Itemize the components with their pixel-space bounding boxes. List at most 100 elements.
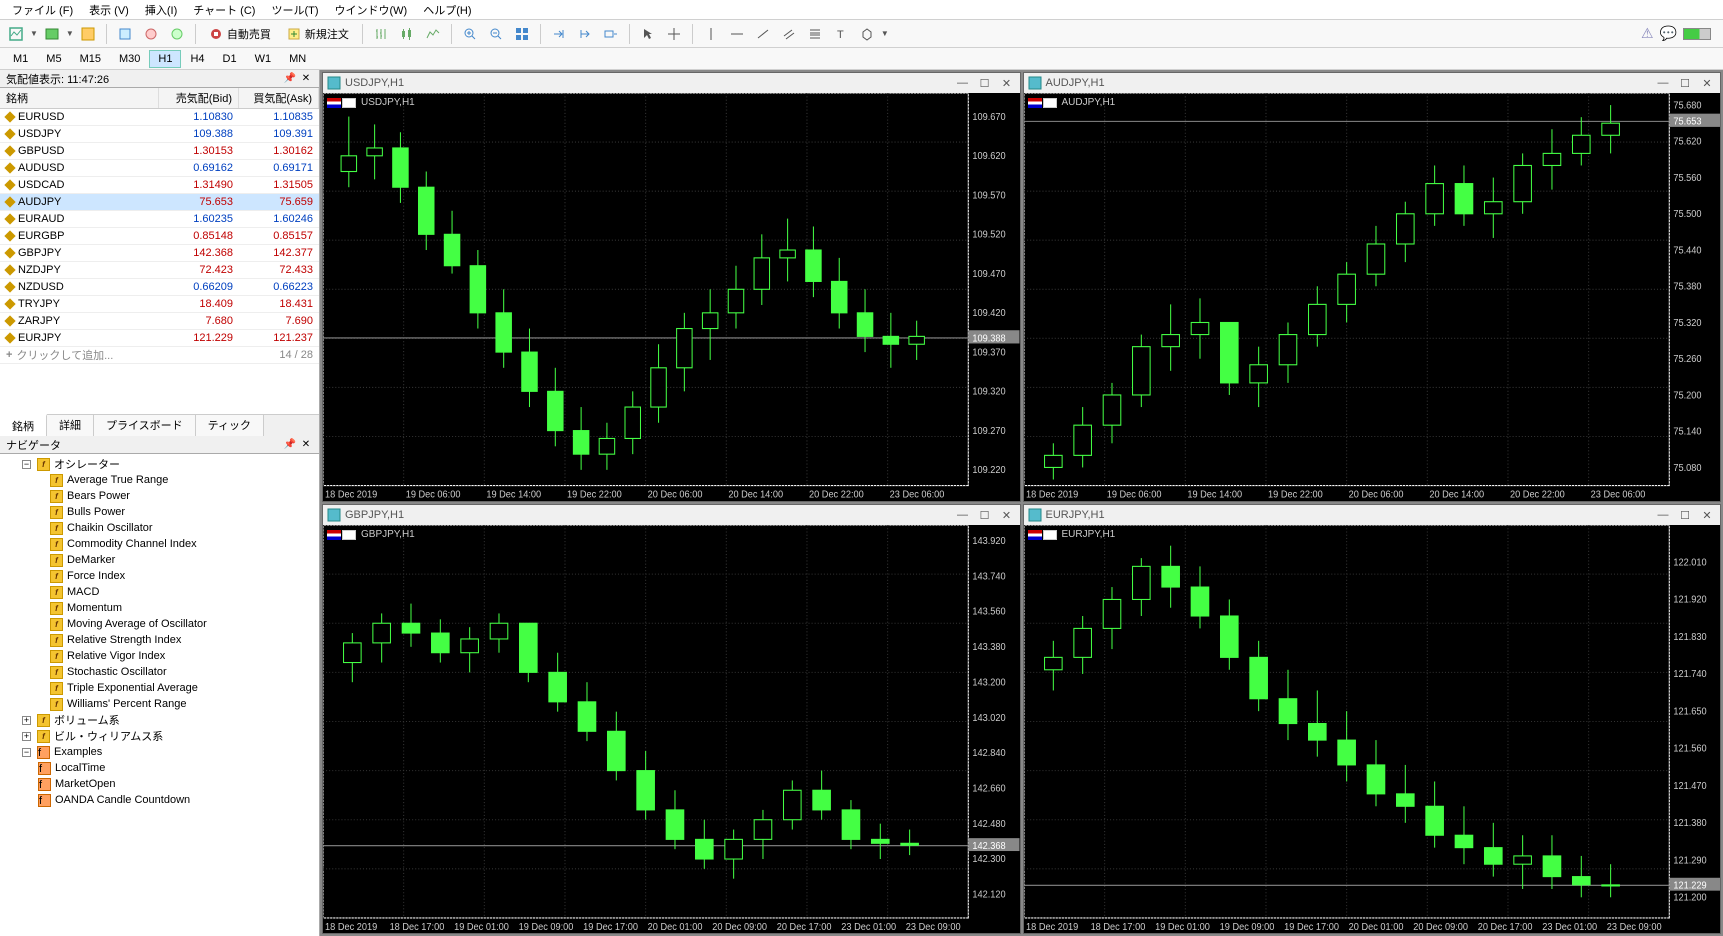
nav-item[interactable]: −fオシレーター [2, 456, 317, 472]
profiles-icon[interactable] [40, 23, 64, 45]
new-order-button[interactable]: 新規注文 [280, 23, 356, 45]
market-watch-add[interactable]: + クリックして追加... 14 / 28 [0, 347, 319, 364]
vertical-line-icon[interactable] [699, 23, 723, 45]
chart-titlebar[interactable]: USDJPY,H1 — ☐ ✕ [323, 73, 1020, 93]
chart-canvas[interactable]: EURJPY,H1 122.010121.920121.830121.74012… [1024, 525, 1721, 933]
new-chart-icon[interactable] [4, 23, 28, 45]
symbol-row-GBPJPY[interactable]: GBPJPY142.368142.377 [0, 245, 319, 262]
timeframe-H1[interactable]: H1 [149, 50, 181, 68]
terminal-icon[interactable] [165, 23, 189, 45]
nav-item[interactable]: fBulls Power [2, 504, 317, 520]
close-icon[interactable]: ✕ [998, 507, 1016, 523]
symbol-row-EURGBP[interactable]: EURGBP0.851480.85157 [0, 228, 319, 245]
horizontal-line-icon[interactable] [725, 23, 749, 45]
timeframe-M15[interactable]: M15 [71, 50, 110, 68]
connection-indicator[interactable] [1683, 28, 1711, 40]
timeframe-H4[interactable]: H4 [181, 50, 213, 68]
nav-item[interactable]: fChaikin Oscillator [2, 520, 317, 536]
nav-item[interactable]: fMomentum [2, 600, 317, 616]
timeframe-M5[interactable]: M5 [37, 50, 70, 68]
nav-item[interactable]: fMACD [2, 584, 317, 600]
data-window-icon[interactable] [113, 23, 137, 45]
menu-view[interactable]: 表示 (V) [81, 0, 137, 20]
minimize-icon[interactable]: — [1654, 507, 1672, 523]
nav-item[interactable]: fMoving Average of Oscillator [2, 616, 317, 632]
symbol-row-EURUSD[interactable]: EURUSD1.108301.10835 [0, 109, 319, 126]
watch-tab[interactable]: 詳細 [47, 415, 94, 436]
fibonacci-icon[interactable] [803, 23, 827, 45]
alert-icon[interactable]: ⚠ [1641, 25, 1654, 42]
nav-item[interactable]: fBears Power [2, 488, 317, 504]
trendline-icon[interactable] [751, 23, 775, 45]
shift-end-icon[interactable] [547, 23, 571, 45]
nav-item[interactable]: fDeMarker [2, 552, 317, 568]
nav-item[interactable]: +fボリューム系 [2, 712, 317, 728]
auto-scroll-icon[interactable] [573, 23, 597, 45]
timeframe-M1[interactable]: M1 [4, 50, 37, 68]
channel-icon[interactable] [777, 23, 801, 45]
symbol-row-GBPUSD[interactable]: GBPUSD1.301531.30162 [0, 143, 319, 160]
crosshair-icon[interactable] [662, 23, 686, 45]
nav-item[interactable]: fCommodity Channel Index [2, 536, 317, 552]
nav-item[interactable]: fRelative Vigor Index [2, 648, 317, 664]
maximize-icon[interactable]: ☐ [976, 507, 994, 523]
minimize-icon[interactable]: — [954, 507, 972, 523]
close-icon[interactable]: ✕ [1698, 507, 1716, 523]
chart-titlebar[interactable]: GBPJPY,H1 — ☐ ✕ [323, 505, 1020, 525]
symbol-row-ZARJPY[interactable]: ZARJPY7.6807.690 [0, 313, 319, 330]
chart-canvas[interactable]: USDJPY,H1 109.670109.620109.570109.52010… [323, 93, 1020, 501]
symbol-row-NZDJPY[interactable]: NZDJPY72.42372.433 [0, 262, 319, 279]
menu-help[interactable]: ヘルプ(H) [415, 0, 479, 20]
zoom-in-icon[interactable] [458, 23, 482, 45]
market-watch-icon[interactable] [76, 23, 100, 45]
symbol-row-USDJPY[interactable]: USDJPY109.388109.391 [0, 126, 319, 143]
maximize-icon[interactable]: ☐ [976, 75, 994, 91]
timeframe-M30[interactable]: M30 [110, 50, 149, 68]
symbol-row-USDCAD[interactable]: USDCAD1.314901.31505 [0, 177, 319, 194]
nav-item[interactable]: +fビル・ウィリアムス系 [2, 728, 317, 744]
minimize-icon[interactable]: — [1654, 75, 1672, 91]
nav-item[interactable]: fAverage True Range [2, 472, 317, 488]
text-icon[interactable]: T [829, 23, 853, 45]
nav-item[interactable]: fWilliams' Percent Range [2, 696, 317, 712]
symbol-row-EURJPY[interactable]: EURJPY121.229121.237 [0, 330, 319, 347]
pin-icon[interactable]: 📌 [283, 438, 297, 452]
autotrade-button[interactable]: 自動売買 [202, 23, 278, 45]
menu-tools[interactable]: ツール(T) [263, 0, 326, 20]
menu-chart[interactable]: チャート (C) [185, 0, 263, 20]
symbol-row-EURAUD[interactable]: EURAUD1.602351.60246 [0, 211, 319, 228]
bar-chart-icon[interactable] [369, 23, 393, 45]
chart-shift-icon[interactable] [599, 23, 623, 45]
symbol-row-TRYJPY[interactable]: TRYJPY18.40918.431 [0, 296, 319, 313]
nav-item[interactable]: fForce Index [2, 568, 317, 584]
chart-titlebar[interactable]: EURJPY,H1 — ☐ ✕ [1024, 505, 1721, 525]
nav-item[interactable]: fOANDA Candle Countdown [2, 792, 317, 808]
chart-canvas[interactable]: AUDJPY,H1 75.68075.65375.62075.56075.500… [1024, 93, 1721, 501]
symbol-row-AUDJPY[interactable]: AUDJPY75.65375.659 [0, 194, 319, 211]
watch-tab[interactable]: 銘柄 [0, 414, 47, 436]
symbol-row-AUDUSD[interactable]: AUDUSD0.691620.69171 [0, 160, 319, 177]
nav-item[interactable]: −fExamples [2, 744, 317, 760]
tile-windows-icon[interactable] [510, 23, 534, 45]
minimize-icon[interactable]: — [954, 75, 972, 91]
symbol-row-NZDUSD[interactable]: NZDUSD0.662090.66223 [0, 279, 319, 296]
nav-item[interactable]: fMarketOpen [2, 776, 317, 792]
line-chart-icon[interactable] [421, 23, 445, 45]
objects-icon[interactable] [855, 23, 879, 45]
menu-insert[interactable]: 挿入(I) [137, 0, 185, 20]
nav-item[interactable]: fTriple Exponential Average [2, 680, 317, 696]
maximize-icon[interactable]: ☐ [1676, 75, 1694, 91]
close-icon[interactable]: ✕ [299, 72, 313, 86]
timeframe-D1[interactable]: D1 [214, 50, 246, 68]
pin-icon[interactable]: 📌 [283, 72, 297, 86]
close-icon[interactable]: ✕ [299, 438, 313, 452]
chart-canvas[interactable]: GBPJPY,H1 143.920143.740143.560143.38014… [323, 525, 1020, 933]
close-icon[interactable]: ✕ [1698, 75, 1716, 91]
nav-item[interactable]: fRelative Strength Index [2, 632, 317, 648]
timeframe-MN[interactable]: MN [280, 50, 315, 68]
zoom-out-icon[interactable] [484, 23, 508, 45]
cursor-icon[interactable] [636, 23, 660, 45]
nav-item[interactable]: fStochastic Oscillator [2, 664, 317, 680]
chart-titlebar[interactable]: AUDJPY,H1 — ☐ ✕ [1024, 73, 1721, 93]
navigator-icon[interactable] [139, 23, 163, 45]
